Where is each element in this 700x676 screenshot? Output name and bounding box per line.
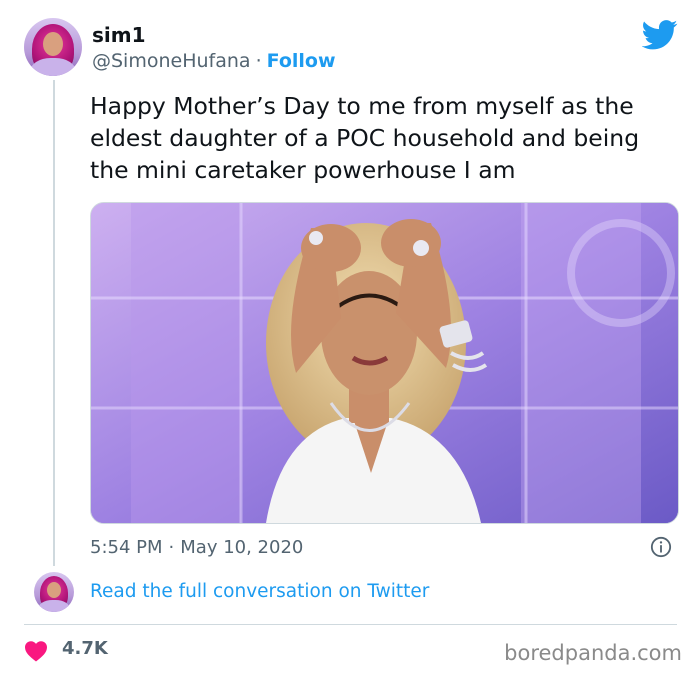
like-count: 4.7K <box>62 638 108 659</box>
author-handle[interactable]: @SimoneHufana <box>92 50 251 72</box>
tweet-date[interactable]: May 10, 2020 <box>180 537 303 558</box>
author-avatar[interactable] <box>24 18 82 76</box>
heart-icon[interactable] <box>24 640 48 662</box>
tweet-time[interactable]: 5:54 PM <box>90 537 163 558</box>
author-name[interactable]: sim1 <box>92 23 146 47</box>
info-icon[interactable] <box>650 536 672 558</box>
handle-separator: · <box>255 50 262 72</box>
divider <box>24 624 677 625</box>
read-conversation-link[interactable]: Read the full conversation on Twitter <box>90 581 429 602</box>
photo-illustration <box>91 203 678 523</box>
reply-avatar[interactable] <box>34 572 74 612</box>
author-meta: @SimoneHufana · Follow <box>92 50 336 72</box>
time-separator: · <box>168 537 175 558</box>
twitter-bird-icon[interactable] <box>642 20 678 50</box>
thread-line <box>53 80 55 566</box>
tweet-media-photo[interactable] <box>90 202 679 524</box>
watermark-text: boredpanda.com <box>504 641 682 665</box>
follow-button[interactable]: Follow <box>267 50 336 72</box>
tweet-card: sim1 @SimoneHufana · Follow Happy Mother’s… <box>0 0 700 676</box>
tweet-text: Happy Mother’s Day to me from myself as … <box>90 92 640 184</box>
tweet-timestamp[interactable]: 5:54 PM · May 10, 2020 <box>90 537 303 558</box>
